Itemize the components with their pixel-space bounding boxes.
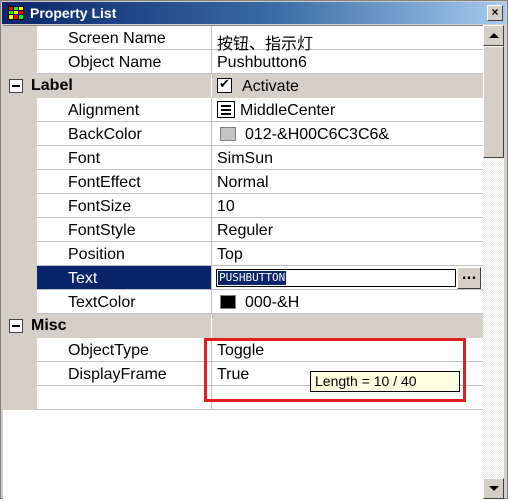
property-row-font[interactable]: Font SimSun [3, 146, 483, 170]
collapse-toggle-icon[interactable] [9, 319, 23, 333]
property-value[interactable]: Top [217, 246, 243, 264]
length-tooltip: Length = 10 / 40 [310, 371, 460, 392]
property-value[interactable]: MiddleCenter [240, 102, 335, 120]
property-row-fonteffect[interactable]: FontEffect Normal [3, 170, 483, 194]
title-bar[interactable]: Property List × [2, 2, 506, 24]
window-title: Property List [30, 5, 117, 21]
highlight-box [204, 338, 466, 402]
text-edit-field[interactable]: PUSHBUTTON [216, 269, 456, 287]
align-center-icon [217, 101, 235, 118]
category-row-label[interactable]: Label ✔ Activate [3, 74, 483, 98]
property-row-alignment[interactable]: Alignment MiddleCenter [3, 98, 483, 122]
property-row-fontstyle[interactable]: FontStyle Reguler [3, 218, 483, 242]
property-row-backcolor[interactable]: BackColor 012-&H00C6C3C6& [3, 122, 483, 146]
property-name: FontSize [68, 198, 132, 215]
property-value[interactable]: SimSun [217, 150, 273, 168]
property-name: Object Name [68, 54, 162, 71]
property-row-textcolor[interactable]: TextColor 000-&H [3, 290, 483, 314]
property-value[interactable]: Normal [217, 174, 269, 192]
property-name: TextColor [68, 294, 136, 311]
property-name: FontStyle [68, 222, 136, 239]
property-name: Font [68, 150, 101, 167]
property-value[interactable]: 10 [217, 198, 235, 216]
property-name: ObjectType [68, 342, 149, 359]
property-row-text[interactable]: Text PUSHBUTTON ... [3, 266, 483, 290]
vertical-scrollbar[interactable] [483, 25, 504, 499]
category-label: Label [31, 77, 73, 94]
activate-checkbox[interactable]: ✔ [217, 78, 232, 93]
property-name: Position [68, 246, 125, 263]
property-grid: Screen Name 按钮、指示灯 Object Name Pushbutto… [3, 25, 483, 499]
property-name: FontEffect [68, 174, 141, 191]
property-row-screen-name[interactable]: Screen Name 按钮、指示灯 [3, 26, 483, 53]
scroll-up-icon[interactable] [483, 25, 504, 46]
property-list-window: Property List × Screen Name 按钮、指示灯 Objec… [0, 0, 508, 499]
activate-label: Activate [242, 78, 299, 95]
scroll-down-icon[interactable] [483, 478, 504, 499]
property-name: BackColor [68, 126, 142, 143]
property-value[interactable]: Pushbutton6 [217, 54, 307, 72]
property-value[interactable]: Reguler [217, 222, 273, 240]
property-value[interactable]: 012-&H00C6C3C6& [245, 126, 389, 144]
color-swatch-icon [220, 127, 236, 141]
property-name: Alignment [68, 102, 140, 119]
color-swatch-icon [220, 295, 236, 309]
selected-text[interactable]: PUSHBUTTON [218, 271, 287, 285]
property-row-position[interactable]: Position Top [3, 242, 483, 266]
property-name: Text [68, 270, 98, 287]
close-button[interactable]: × [487, 5, 503, 21]
ellipsis-button[interactable]: ... [457, 267, 481, 289]
property-row-fontsize[interactable]: FontSize 10 [3, 194, 483, 218]
property-value[interactable]: 000-&H [245, 294, 299, 312]
property-list-icon [8, 6, 24, 20]
property-name: Screen Name [68, 30, 166, 47]
collapse-toggle-icon[interactable] [9, 79, 23, 93]
category-row-misc[interactable]: Misc [3, 314, 483, 338]
scrollbar-thumb[interactable] [483, 46, 504, 158]
category-label: Misc [31, 317, 67, 334]
property-row-object-name[interactable]: Object Name Pushbutton6 [3, 50, 483, 74]
property-name: DisplayFrame [68, 366, 167, 383]
